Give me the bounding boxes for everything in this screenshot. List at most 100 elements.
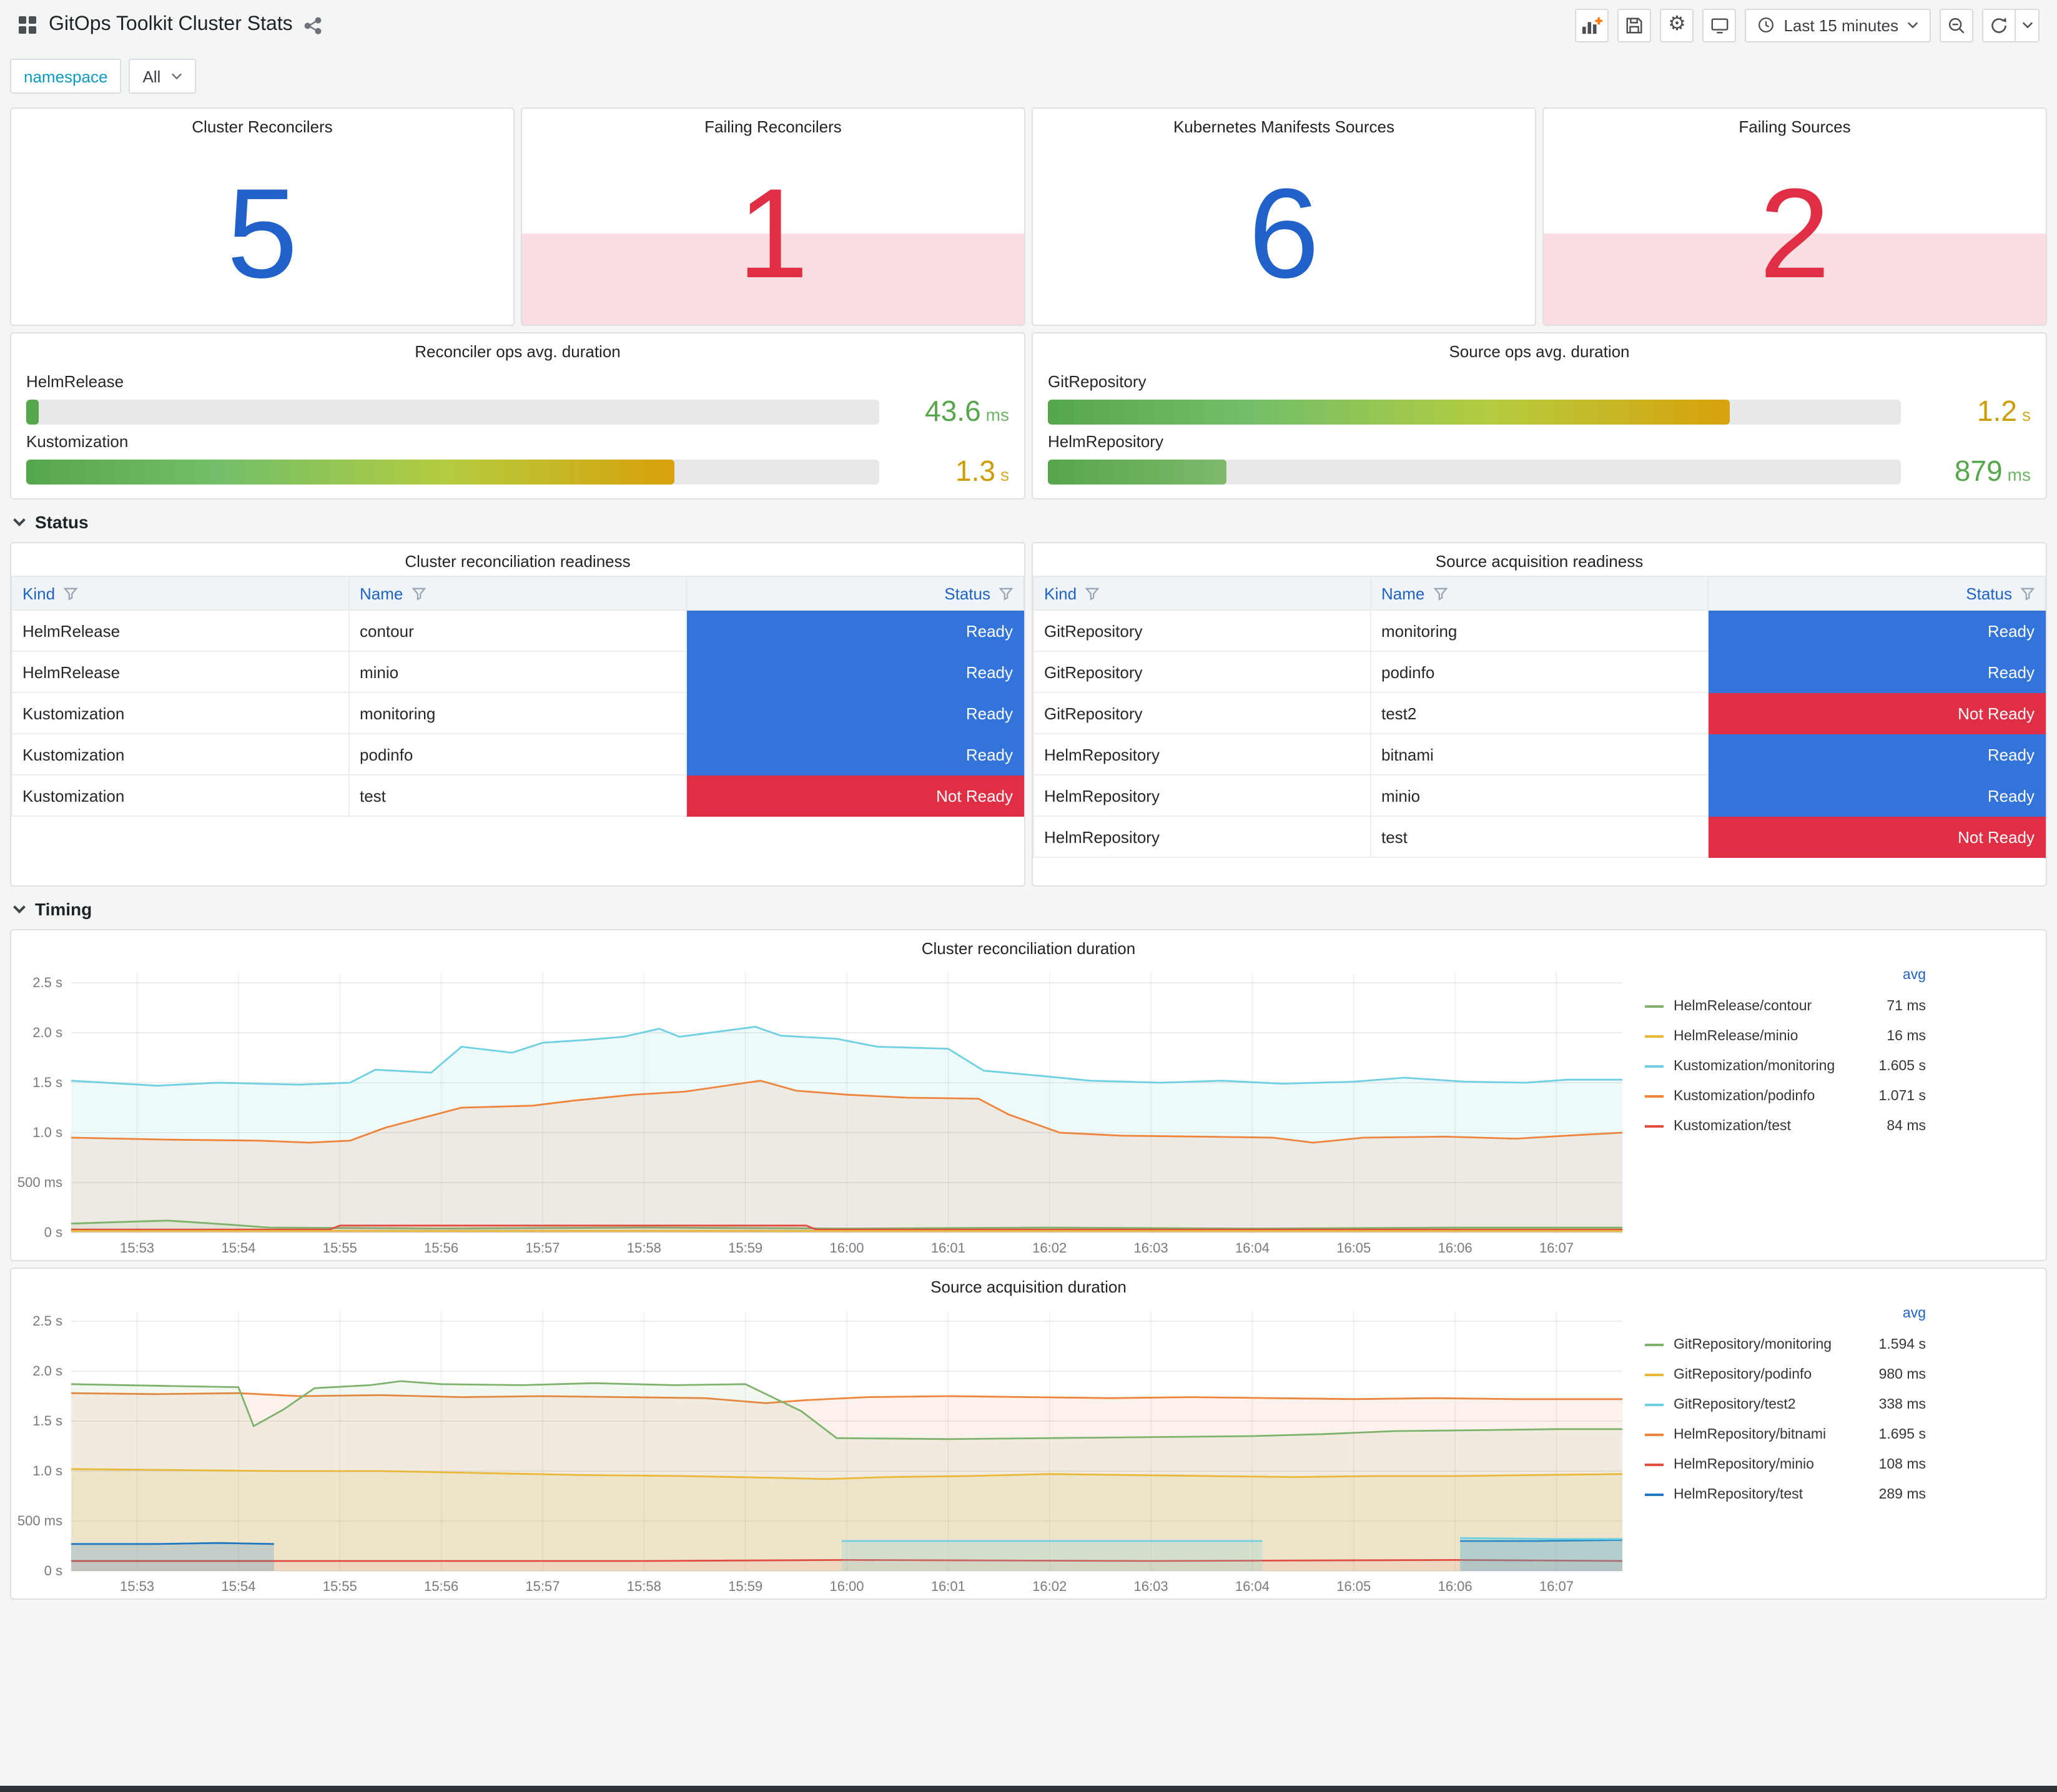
legend-series-name[interactable]: GitRepository/test2 <box>1674 1397 1869 1412</box>
variable-namespace-select[interactable]: All <box>129 59 196 94</box>
stat-value: 6 <box>1248 162 1320 304</box>
svg-text:15:59: 15:59 <box>728 1578 762 1594</box>
kind-cell: Kustomization <box>11 692 350 734</box>
legend-series-avg: 108 ms <box>1878 1457 1926 1472</box>
series-color-dash <box>1645 1095 1664 1098</box>
status-badge: Ready <box>686 651 1024 693</box>
column-header-kind[interactable]: Kind <box>1033 576 1371 611</box>
time-series-canvas[interactable]: 15:53 15:54 15:55 15:56 15:57 15:58 15:59 16:00… <box>11 1301 1632 1598</box>
kind-cell: GitRepository <box>1033 651 1371 693</box>
filter-icon[interactable] <box>1085 586 1100 600</box>
legend-series-avg: 1.594 s <box>1878 1337 1926 1352</box>
column-header-name[interactable]: Name <box>348 576 687 611</box>
column-header-name[interactable]: Name <box>1370 576 1709 611</box>
legend-series-name[interactable]: Kustomization/test <box>1674 1119 1877 1134</box>
panel-title[interactable]: Cluster Reconcilers <box>11 109 513 141</box>
svg-text:16:05: 16:05 <box>1336 1578 1371 1594</box>
chart-legend: avg GitRepository/monitoring 1.594 s GitRe… <box>1645 1306 1926 1510</box>
panel-kubernetes-manifests-sources: Kubernetes Manifests Sources 6 <box>1032 107 1536 326</box>
column-header-status[interactable]: Status <box>1707 576 2046 611</box>
svg-text:15:56: 15:56 <box>424 1578 458 1594</box>
save-icon[interactable] <box>1617 8 1652 42</box>
legend-series-name[interactable]: HelmRelease/minio <box>1674 1029 1877 1044</box>
filter-icon[interactable] <box>64 586 78 600</box>
legend-series-name[interactable]: HelmRelease/contour <box>1674 999 1877 1014</box>
legend-series-name[interactable]: HelmRepository/minio <box>1674 1457 1869 1472</box>
kind-cell: HelmRepository <box>1033 774 1371 817</box>
svg-text:16:01: 16:01 <box>931 1578 965 1594</box>
panel-cluster-reconciliation-duration: Cluster reconciliation duration 15:53 15:… <box>10 929 2047 1261</box>
svg-text:15:55: 15:55 <box>323 1578 357 1594</box>
filter-icon[interactable] <box>1433 586 1448 600</box>
panel-cluster-reconciliation-readiness: Cluster reconciliation readiness Kind Na… <box>10 542 1025 887</box>
chevron-down-icon <box>171 73 182 80</box>
legend-series-name[interactable]: Kustomization/podinfo <box>1674 1089 1869 1104</box>
legend-avg-header[interactable]: avg <box>1645 968 1926 992</box>
name-cell: podinfo <box>1370 651 1709 693</box>
column-header-status[interactable]: Status <box>686 576 1024 611</box>
section-timing-toggle[interactable]: Timing <box>12 899 2045 919</box>
time-series-canvas[interactable]: 15:53 15:54 15:55 15:56 15:57 15:58 15:59 16:00… <box>11 963 1632 1260</box>
svg-text:16:05: 16:05 <box>1336 1240 1371 1256</box>
svg-text:15:58: 15:58 <box>627 1578 661 1594</box>
legend-series-avg: 980 ms <box>1878 1367 1926 1382</box>
series-color-dash <box>1645 1404 1664 1406</box>
svg-text:16:07: 16:07 <box>1539 1240 1574 1256</box>
legend-item: HelmRepository/minio 108 ms <box>1645 1450 1926 1480</box>
panel-title[interactable]: Source acquisition readiness <box>1033 543 2046 576</box>
refresh-interval-caret[interactable] <box>2016 8 2040 42</box>
legend-series-name[interactable]: GitRepository/monitoring <box>1674 1337 1869 1352</box>
legend-series-name[interactable]: HelmRepository/bitnami <box>1674 1427 1869 1442</box>
legend-item: GitRepository/monitoring 1.594 s <box>1645 1330 1926 1360</box>
share-icon[interactable] <box>304 16 323 34</box>
panel-title[interactable]: Failing Reconcilers <box>522 109 1024 141</box>
section-label: Timing <box>35 899 92 919</box>
readiness-table: Kind Name Status HelmRelease contour Ready… <box>11 576 1024 817</box>
legend-series-name[interactable]: HelmRepository/test <box>1674 1487 1869 1502</box>
time-series-plot[interactable]: 15:53 15:54 15:55 15:56 15:57 15:58 15:59 16:00… <box>11 1301 1632 1598</box>
panel-title[interactable]: Cluster reconciliation duration <box>11 930 2046 963</box>
legend-series-avg: 338 ms <box>1878 1397 1926 1412</box>
status-badge: Not Ready <box>686 774 1024 817</box>
filter-icon[interactable] <box>2021 586 2035 600</box>
panel-title[interactable]: Cluster reconciliation readiness <box>11 543 1024 576</box>
time-series-plot[interactable]: 15:53 15:54 15:55 15:56 15:57 15:58 15:59 16:00… <box>11 963 1632 1260</box>
kind-cell: GitRepository <box>1033 609 1371 652</box>
bar-gauge-fill <box>1048 399 1730 424</box>
filter-icon[interactable] <box>999 586 1013 600</box>
time-range-picker[interactable]: Last 15 minutes <box>1745 8 1931 42</box>
gauges-row: Reconciler ops avg. duration HelmRelease… <box>10 332 2047 500</box>
legend-item: Kustomization/test 84 ms <box>1645 1111 1926 1141</box>
series-color-dash <box>1645 1035 1664 1038</box>
series-line <box>71 1542 274 1545</box>
panel-title[interactable]: Failing Sources <box>1544 109 2046 141</box>
refresh-icon[interactable] <box>1982 8 2016 42</box>
panel-title[interactable]: Kubernetes Manifests Sources <box>1033 109 1535 141</box>
legend-series-avg: 1.605 s <box>1878 1059 1926 1074</box>
panel-failing-sources: Failing Sources 2 <box>1542 107 2047 326</box>
status-badge: Ready <box>1707 609 2046 652</box>
panel-title[interactable]: Source acquisition duration <box>11 1269 2046 1301</box>
panel-title[interactable]: Source ops avg. duration <box>1033 333 2046 366</box>
section-status-toggle[interactable]: Status <box>12 512 2045 532</box>
table-row: GitRepository podinfo Ready <box>1033 651 2046 693</box>
column-header-kind[interactable]: Kind <box>11 576 350 611</box>
tv-icon[interactable] <box>1702 8 1737 42</box>
add-panel-button[interactable] <box>1575 8 1609 42</box>
filter-icon[interactable] <box>412 586 426 600</box>
name-cell: test <box>1370 815 1709 858</box>
panel-title[interactable]: Reconciler ops avg. duration <box>11 333 1024 366</box>
bar-gauge-track <box>1048 399 1901 424</box>
legend-series-name[interactable]: GitRepository/podinfo <box>1674 1367 1869 1382</box>
legend-series-name[interactable]: Kustomization/monitoring <box>1674 1059 1869 1074</box>
name-cell: bitnami <box>1370 733 1709 775</box>
gear-icon[interactable]: ⚙ <box>1660 8 1694 42</box>
panel-failing-reconcilers: Failing Reconcilers 1 <box>521 107 1025 326</box>
legend-avg-header[interactable]: avg <box>1645 1306 1926 1330</box>
legend-item: HelmRelease/minio 16 ms <box>1645 1022 1926 1051</box>
readiness-table: Kind Name Status GitRepository monitoring… <box>1033 576 2046 858</box>
panel-reconciler-ops-duration: Reconciler ops avg. duration HelmRelease… <box>10 332 1025 500</box>
legend-series-avg: 16 ms <box>1887 1029 1926 1044</box>
zoom-out-icon[interactable] <box>1940 8 1973 42</box>
name-cell: monitoring <box>348 692 687 734</box>
